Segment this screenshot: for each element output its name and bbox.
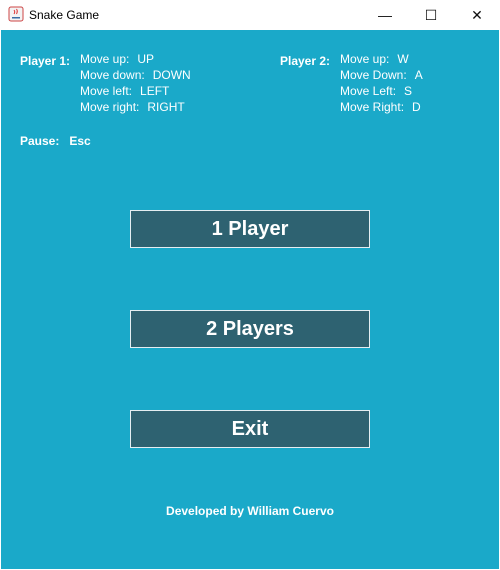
java-app-icon [8,6,24,22]
control-key: D [412,100,421,114]
minimize-icon: — [378,7,392,23]
control-action: Move up: [340,52,390,66]
player1-move-up: Move up: UP [80,52,154,66]
pause-hint: Pause: Esc [20,134,91,148]
control-key: A [414,68,423,82]
player2-move-down: Move Down: A [340,68,423,82]
two-players-button[interactable]: 2 Players [130,310,370,348]
close-icon: ✕ [471,6,483,23]
control-key: LEFT [140,84,170,98]
close-button[interactable]: ✕ [454,0,500,30]
control-key: UP [137,52,155,66]
control-action: Move Down: [340,68,407,82]
control-key: RIGHT [147,100,185,114]
player2-move-up: Move up: W [340,52,409,66]
player2-label: Player 2: [280,54,331,68]
title-bar: Snake Game — ☐ ✕ [0,0,500,30]
minimize-button[interactable]: — [362,0,408,30]
player2-move-left: Move Left: S [340,84,412,98]
player2-move-right: Move Right: D [340,100,421,114]
control-action: Move Right: [340,100,405,114]
maximize-button[interactable]: ☐ [408,0,454,30]
control-key: S [404,84,413,98]
control-key: W [397,52,409,66]
player1-move-left: Move left: LEFT [80,84,169,98]
pause-label: Pause: [20,134,60,148]
player1-label: Player 1: [20,54,71,68]
player1-move-right: Move right: RIGHT [80,100,185,114]
window-title: Snake Game [29,8,100,22]
maximize-icon: ☐ [424,6,438,23]
control-action: Move down: [80,68,145,82]
one-player-button[interactable]: 1 Player [130,210,370,248]
control-action: Move right: [80,100,140,114]
player1-move-down: Move down: DOWN [80,68,191,82]
developer-credit: Developed by William Cuervo [166,504,334,518]
control-action: Move left: [80,84,133,98]
game-menu-panel: Player 1: Move up: UP Move down: DOWN Move… [1,30,499,569]
control-key: DOWN [152,68,191,82]
control-action: Move Left: [340,84,397,98]
control-action: Move up: [80,52,130,66]
pause-key: Esc [69,134,91,148]
exit-button[interactable]: Exit [130,410,370,448]
